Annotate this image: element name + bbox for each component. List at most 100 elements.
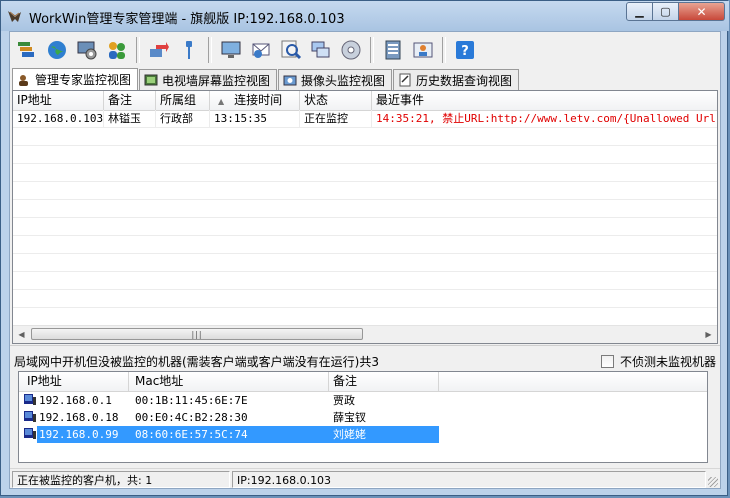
monitor-users-icon xyxy=(19,74,28,86)
empty-row xyxy=(13,146,717,164)
pane-splitter[interactable] xyxy=(10,345,720,352)
horizontal-scrollbar[interactable]: ◀ ||| ▶ xyxy=(13,325,717,343)
empty-row xyxy=(13,218,717,236)
cell-note: 贾政 xyxy=(333,394,355,407)
empty-row xyxy=(13,272,717,290)
transfer-icon xyxy=(150,42,169,57)
cell-ip: 192.168.0.18 xyxy=(39,411,119,424)
screen-icon xyxy=(221,41,241,58)
column-header-note[interactable]: 备注 xyxy=(104,91,156,110)
list-item[interactable]: 192.168.0.1 00:1B:11:45:6E:7E 贾政 xyxy=(19,392,439,409)
history-icon xyxy=(399,73,411,87)
list-item-selected[interactable]: 192.168.0.99 08:60:6E:57:5C:74 刘姥姥 xyxy=(19,426,439,443)
cell-mac: 00:1B:11:45:6E:7E xyxy=(135,394,248,407)
apps-icon xyxy=(18,42,34,57)
column-header-ip[interactable]: IP地址 xyxy=(13,91,104,110)
client-area: ? 管理专家监控视图 电视墙屏幕监控视图 摄像头监控视图 历史数据查询视图 IP… xyxy=(9,31,721,489)
apps-button[interactable] xyxy=(14,37,40,63)
column-header-time-label: 连接时间 xyxy=(234,93,283,107)
tools-icon xyxy=(186,41,192,59)
settings-monitor-button[interactable] xyxy=(74,37,100,63)
cell-note: 林镒玉 xyxy=(104,110,156,128)
scroll-right-icon[interactable]: ▶ xyxy=(700,326,717,343)
checkbox-label: 不侦测未监视机器 xyxy=(619,355,716,369)
toolbar-separator xyxy=(442,37,446,63)
cd-button[interactable] xyxy=(338,37,364,63)
column-header-filler xyxy=(439,372,707,391)
column-header-note[interactable]: 备注 xyxy=(329,372,439,391)
message-button[interactable] xyxy=(248,37,274,63)
app-logo-icon xyxy=(8,11,21,22)
column-header-group[interactable]: 所属组 xyxy=(156,91,210,110)
tab-monitor-view[interactable]: 管理专家监控视图 xyxy=(12,68,139,90)
screen-button[interactable] xyxy=(218,37,244,63)
app-window: WorkWin管理专家管理端 - 旗舰版 IP:192.168.0.103 ▁ … xyxy=(0,0,729,496)
status-client-count: 正在被监控的客户机，共: 1 xyxy=(12,471,230,488)
tab-label: 电视墙屏幕监控视图 xyxy=(162,73,271,88)
toolbar-separator xyxy=(136,37,140,63)
cell-time: 13:15:35 xyxy=(210,110,300,128)
close-button[interactable]: ✕ xyxy=(679,2,725,21)
computer-icon xyxy=(24,428,36,439)
report-button[interactable] xyxy=(380,37,406,63)
tab-label: 历史数据查询视图 xyxy=(416,73,513,88)
globe-button[interactable] xyxy=(44,37,70,63)
maximize-icon: ▢ xyxy=(660,5,671,18)
column-header-mac[interactable]: Mac地址 xyxy=(129,372,329,391)
unmonitored-title: 局域网中开机但没被监控的机器(需装客户端或客户端没有在运行)共3 xyxy=(14,355,380,369)
maximize-button[interactable]: ▢ xyxy=(653,2,679,21)
resize-grip[interactable] xyxy=(708,477,718,487)
list-item[interactable]: 192.168.0.18 00:E0:4C:B2:28:30 薛宝钗 xyxy=(19,409,439,426)
search-button[interactable] xyxy=(278,37,304,63)
column-header-ip[interactable]: IP地址 xyxy=(19,372,129,391)
column-header-event[interactable]: 最近事件 xyxy=(372,91,717,110)
cd-icon xyxy=(341,40,361,60)
tab-label: 摄像头监控视图 xyxy=(301,73,386,88)
status-ip: IP:192.168.0.103 xyxy=(232,471,706,488)
empty-row xyxy=(13,128,717,146)
monitored-clients-list[interactable]: IP地址 备注 所属组 ▲ 连接时间 状态 最近事件 192.168.0.103 … xyxy=(12,90,718,344)
user-card-icon xyxy=(413,42,433,58)
help-button[interactable]: ? xyxy=(452,37,478,63)
view-tabs: 管理专家监控视图 电视墙屏幕监控视图 摄像头监控视图 历史数据查询视图 xyxy=(12,68,520,90)
tv-wall-icon xyxy=(144,74,158,86)
tools-button[interactable] xyxy=(176,37,202,63)
empty-row xyxy=(13,308,717,326)
user-card-button[interactable] xyxy=(410,37,436,63)
cell-ip: 192.168.0.99 xyxy=(37,426,129,443)
minimize-button[interactable]: ▁ xyxy=(626,2,653,21)
tab-history-view[interactable]: 历史数据查询视图 xyxy=(393,69,520,90)
cell-note: 刘姥姥 xyxy=(329,426,439,443)
title-bar[interactable]: WorkWin管理专家管理端 - 旗舰版 IP:192.168.0.103 ▁ … xyxy=(1,1,729,31)
unmonitored-list[interactable]: IP地址 Mac地址 备注 192.168.0.1 00:1B:11:45:6E… xyxy=(18,371,708,463)
list-header: IP地址 备注 所属组 ▲ 连接时间 状态 最近事件 xyxy=(13,91,717,111)
list-header: IP地址 Mac地址 备注 xyxy=(19,372,707,392)
tab-camera-view[interactable]: 摄像头监控视图 xyxy=(278,69,393,90)
checkbox-box[interactable] xyxy=(600,355,614,368)
column-header-status[interactable]: 状态 xyxy=(300,91,372,110)
tab-label: 管理专家监控视图 xyxy=(35,73,132,87)
users-icon xyxy=(109,42,125,59)
status-bar: 正在被监控的客户机，共: 1 IP:192.168.0.103 xyxy=(10,468,720,489)
cell-note: 薛宝钗 xyxy=(333,411,366,424)
scroll-thumb[interactable]: ||| xyxy=(31,328,363,340)
no-detect-checkbox[interactable]: 不侦测未监视机器 xyxy=(600,353,716,370)
report-icon xyxy=(385,40,401,60)
minimize-icon: ▁ xyxy=(635,5,644,18)
windows-button[interactable] xyxy=(308,37,334,63)
globe-icon xyxy=(48,41,66,59)
transfer-button[interactable] xyxy=(146,37,172,63)
empty-row xyxy=(13,164,717,182)
table-row[interactable]: 192.168.0.103 林镒玉 行政部 13:15:35 正在监控 14:3… xyxy=(13,110,717,128)
camera-icon xyxy=(283,75,297,86)
tab-tv-wall-view[interactable]: 电视墙屏幕监控视图 xyxy=(139,69,278,90)
users-button[interactable] xyxy=(104,37,130,63)
svg-text:?: ? xyxy=(461,44,469,59)
empty-row xyxy=(13,200,717,218)
column-header-time[interactable]: ▲ 连接时间 xyxy=(210,91,300,110)
window-controls: ▁ ▢ ✕ xyxy=(626,2,725,21)
toolbar-separator xyxy=(370,37,374,63)
empty-row xyxy=(13,236,717,254)
empty-row xyxy=(13,182,717,200)
scroll-left-icon[interactable]: ◀ xyxy=(13,326,30,343)
